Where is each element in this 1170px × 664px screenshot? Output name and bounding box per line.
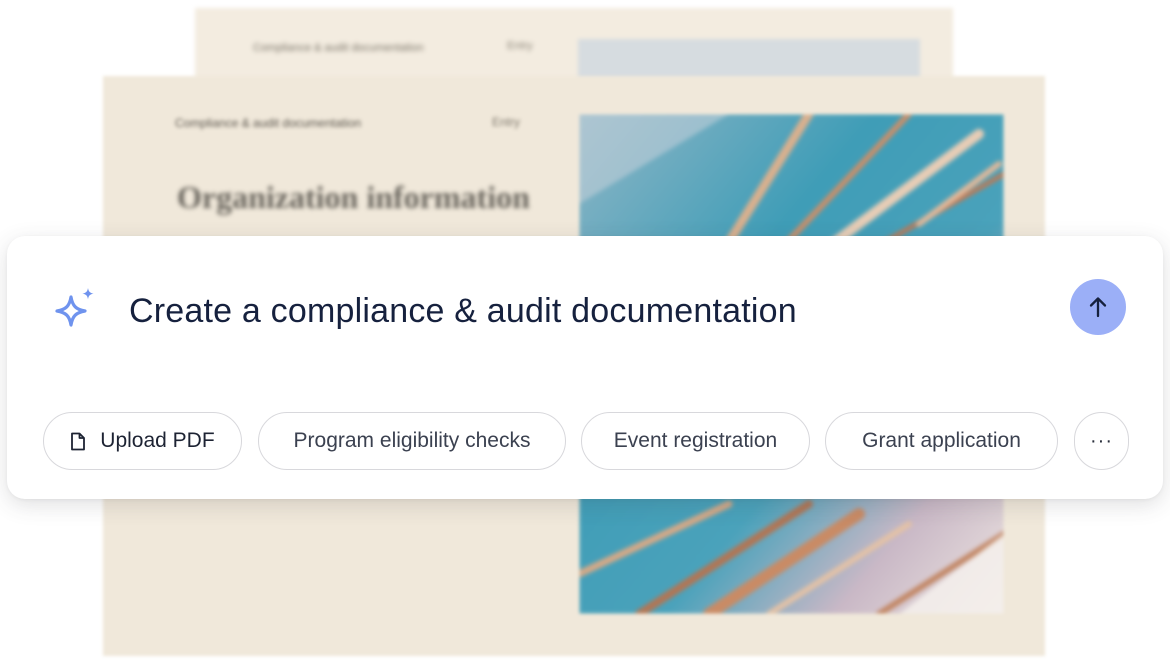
send-button[interactable] [1070,279,1126,335]
chip-label: Event registration [613,429,778,452]
chip-label: Grant application [862,429,1021,452]
file-icon [70,432,86,451]
arrow-up-icon [1087,295,1109,319]
prompt-card: Create a compliance & audit documentatio… [7,236,1163,499]
doc-breadcrumb: Compliance & audit documentation [175,116,362,130]
chip-label: Program eligibility checks [293,429,531,452]
doc-breadcrumb: Compliance & audit documentation [253,42,424,54]
more-options-button[interactable]: ··· [1074,412,1129,470]
upload-pdf-button[interactable]: Upload PDF [43,412,242,470]
chip-grant-application[interactable]: Grant application [825,412,1058,470]
sparkle-icon [49,286,99,336]
ellipsis-icon: ··· [1090,429,1113,452]
doc-heading: Organization information [177,179,530,215]
chip-event-registration[interactable]: Event registration [581,412,810,470]
prompt-text[interactable]: Create a compliance & audit documentatio… [129,292,797,331]
chip-program-eligibility-checks[interactable]: Program eligibility checks [258,412,566,470]
doc-meta: Entry [492,115,521,129]
chip-label: Upload PDF [100,429,215,452]
doc-meta: Entry [507,40,533,52]
